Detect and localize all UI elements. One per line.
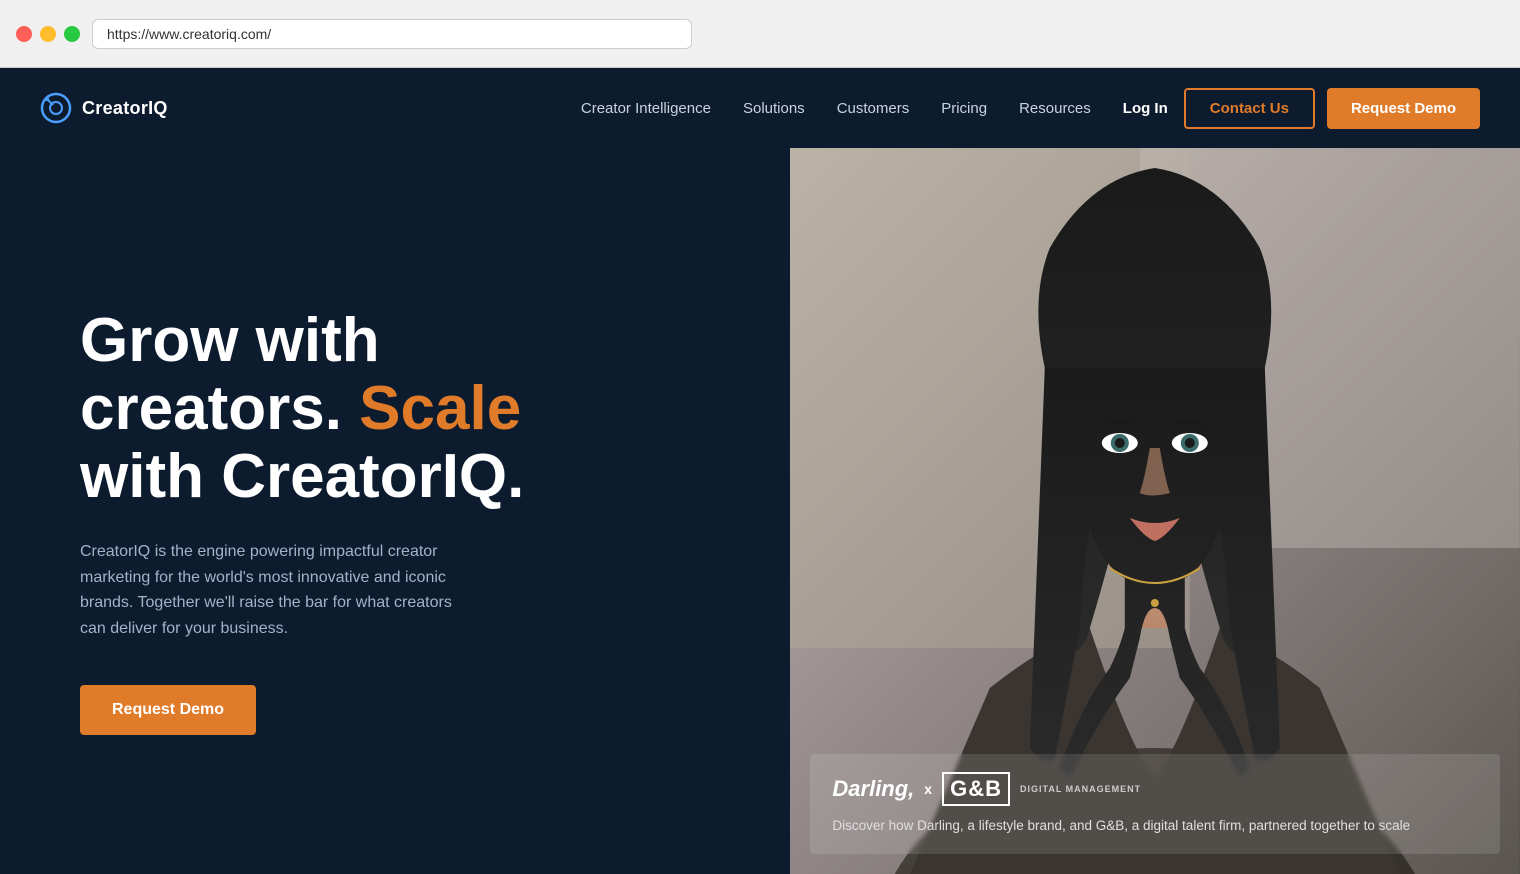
traffic-lights xyxy=(16,26,80,42)
hero-section: Grow with creators. Scale with CreatorIQ… xyxy=(0,148,1520,874)
logo-text: CreatorIQ xyxy=(82,98,168,119)
address-bar[interactable]: https://www.creatoriq.com/ xyxy=(92,19,692,49)
login-link[interactable]: Log In xyxy=(1123,100,1168,117)
overlay-title: Darling, x G&B DIGITAL MANAGEMENT xyxy=(832,772,1478,806)
navbar: CreatorIQ Creator Intelligence Solutions… xyxy=(0,68,1520,148)
hero-right: Darling, x G&B DIGITAL MANAGEMENT Discov… xyxy=(790,148,1520,874)
heading-line3: with CreatorIQ. xyxy=(80,442,524,511)
logo-icon xyxy=(40,92,72,124)
nav-resources[interactable]: Resources xyxy=(1019,100,1091,117)
overlay-partner-name: G&B xyxy=(942,772,1010,806)
request-demo-hero-button[interactable]: Request Demo xyxy=(80,685,256,735)
nav-pricing[interactable]: Pricing xyxy=(941,100,987,117)
close-button[interactable] xyxy=(16,26,32,42)
overlay-description: Discover how Darling, a lifestyle brand,… xyxy=(832,816,1478,836)
photo-overlay-card: Darling, x G&B DIGITAL MANAGEMENT Discov… xyxy=(810,754,1500,854)
nav-solutions[interactable]: Solutions xyxy=(743,100,805,117)
contact-us-button[interactable]: Contact Us xyxy=(1184,88,1315,129)
minimize-button[interactable] xyxy=(40,26,56,42)
browser-chrome: https://www.creatoriq.com/ xyxy=(0,0,1520,68)
heading-line2: creators. xyxy=(80,374,342,443)
hero-subtext: CreatorIQ is the engine powering impactf… xyxy=(80,539,480,641)
heading-accent: Scale xyxy=(359,374,521,443)
nav-links: Creator Intelligence Solutions Customers… xyxy=(581,100,1091,117)
website: CreatorIQ Creator Intelligence Solutions… xyxy=(0,68,1520,874)
maximize-button[interactable] xyxy=(64,26,80,42)
hero-left: Grow with creators. Scale with CreatorIQ… xyxy=(0,148,790,874)
request-demo-nav-button[interactable]: Request Demo xyxy=(1327,88,1480,129)
nav-customers[interactable]: Customers xyxy=(837,100,910,117)
nav-creator-intelligence[interactable]: Creator Intelligence xyxy=(581,100,711,117)
overlay-subtitle: DIGITAL MANAGEMENT xyxy=(1020,784,1141,794)
overlay-brand-name: Darling, xyxy=(832,776,914,802)
heading-line1: Grow with xyxy=(80,306,380,375)
hero-heading: Grow with creators. Scale with CreatorIQ… xyxy=(80,307,730,512)
logo-area[interactable]: CreatorIQ xyxy=(40,92,168,124)
